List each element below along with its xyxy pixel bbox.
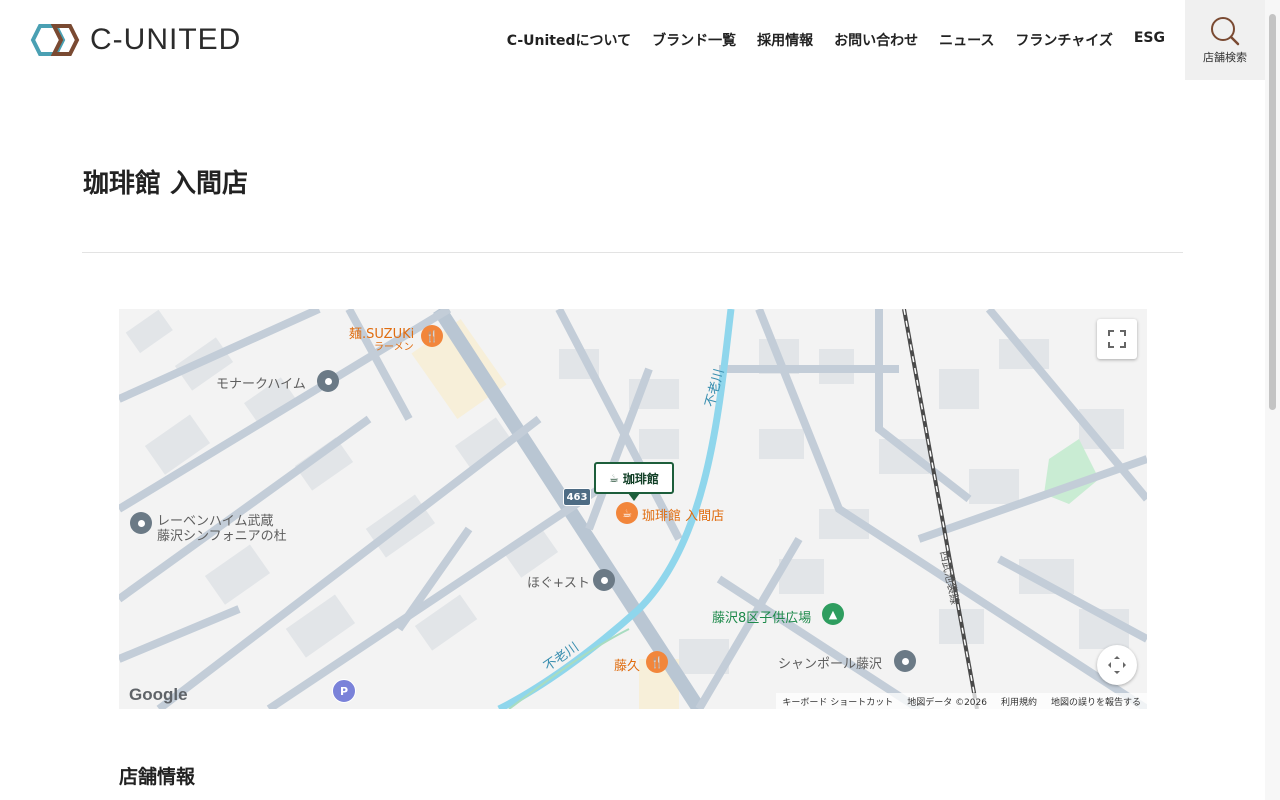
tree-icon[interactable]: ▲: [822, 603, 844, 625]
coffee-icon[interactable]: ☕: [616, 502, 638, 524]
nav-esg[interactable]: ESG: [1134, 30, 1165, 50]
coffee-cup-icon: ☕: [609, 471, 619, 485]
google-logo[interactable]: Google: [129, 685, 188, 705]
pin-icon[interactable]: [593, 569, 615, 591]
page-scrollbar[interactable]: [1265, 0, 1280, 800]
nav-brands[interactable]: ブランド一覧: [652, 30, 736, 50]
store-brand-marker[interactable]: ☕ 珈琲館: [594, 462, 674, 501]
logo-text: C-UNITED: [90, 23, 242, 56]
pin-icon[interactable]: [130, 512, 152, 534]
poi-label-fujihisa[interactable]: 藤久: [614, 655, 640, 674]
map-attribution: キーボード ショートカット 地図データ ©2026 利用規約 地図の誤りを報告す…: [776, 693, 1147, 709]
c-united-logo[interactable]: C-UNITED: [30, 22, 260, 58]
poi-label-park[interactable]: 藤沢8区子供広場: [712, 607, 811, 626]
poi-label-champole[interactable]: シャンポール藤沢: [778, 653, 882, 672]
nav-contact[interactable]: お問い合わせ: [834, 30, 918, 50]
fullscreen-icon: [1108, 330, 1126, 348]
store-search-label: 店舗検索: [1203, 51, 1247, 64]
scrollbar-thumb[interactable]: [1269, 14, 1276, 410]
title-divider: [82, 252, 1183, 253]
store-map[interactable]: 麺.SUZUKi ラーメン 🍴 モナークハイム レーベンハイム武蔵 藤沢シンフォ…: [119, 309, 1147, 709]
nav-news[interactable]: ニュース: [939, 30, 994, 50]
main-nav: C-Unitedについて ブランド一覧 採用情報 お問い合わせ ニュース フラン…: [507, 30, 1165, 50]
poi-sublabel-suzuki: ラーメン: [374, 342, 414, 353]
poi-label-store[interactable]: 珈琲館 入間店: [642, 505, 724, 524]
site-header: C-UNITED C-Unitedについて ブランド一覧 採用情報 お問い合わせ…: [0, 0, 1280, 80]
route-shield: 463: [563, 488, 591, 506]
logo-mark-icon: [30, 24, 80, 56]
nav-franchise[interactable]: フランチャイズ: [1015, 30, 1112, 50]
parking-icon[interactable]: P: [332, 679, 356, 703]
store-search-button[interactable]: 店舗検索: [1185, 0, 1265, 80]
nav-about[interactable]: C-Unitedについて: [507, 30, 631, 50]
terms-link[interactable]: 利用規約: [1001, 695, 1037, 708]
map-data-text: 地図データ ©2026: [907, 697, 987, 708]
store-info-heading: 店舗情報: [119, 766, 196, 788]
camera-control-icon: [1108, 656, 1126, 674]
pin-icon[interactable]: [317, 370, 339, 392]
pin-icon[interactable]: [894, 650, 916, 672]
marker-brand-text: 珈琲館: [622, 471, 659, 486]
camera-control-button[interactable]: [1097, 645, 1137, 685]
search-icon: [1211, 17, 1240, 46]
report-error-link[interactable]: 地図の誤りを報告する: [1051, 695, 1141, 708]
poi-label-leben-2[interactable]: 藤沢シンフォニアの杜: [157, 525, 287, 544]
fork-knife-icon[interactable]: 🍴: [646, 651, 668, 673]
page-title: 珈琲館 入間店: [83, 169, 249, 199]
poi-label-monarch[interactable]: モナークハイム: [216, 373, 306, 392]
fork-knife-icon[interactable]: 🍴: [421, 325, 443, 347]
poi-label-hogu[interactable]: ほぐ+スト: [527, 572, 590, 591]
keyboard-shortcuts-link[interactable]: キーボード ショートカット: [782, 695, 893, 708]
nav-recruit[interactable]: 採用情報: [757, 30, 813, 50]
fullscreen-button[interactable]: [1097, 319, 1137, 359]
